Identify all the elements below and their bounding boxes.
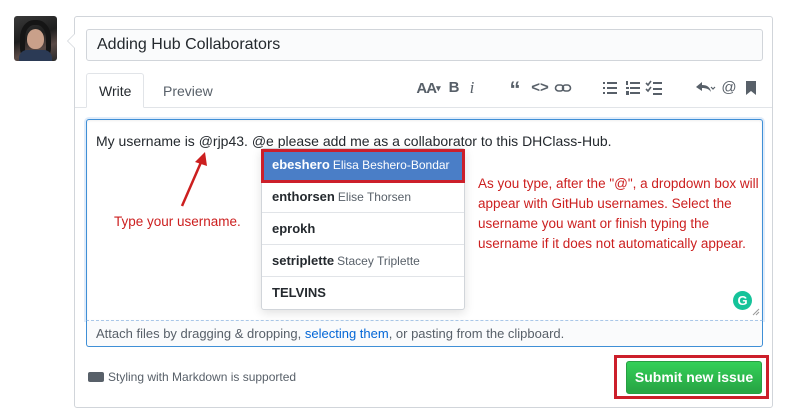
suggestion-fullname: Stacey Triplette bbox=[337, 254, 420, 268]
suggestion-telvins[interactable]: TELVINS bbox=[262, 277, 464, 309]
italic-icon[interactable]: i bbox=[466, 78, 478, 98]
reply-icon[interactable] bbox=[694, 78, 716, 98]
markdown-note[interactable]: Styling with Markdown is supported bbox=[88, 369, 296, 385]
suggestion-fullname: Elise Thorsen bbox=[337, 190, 411, 204]
grammarly-icon[interactable]: G bbox=[733, 291, 752, 310]
markdown-icon bbox=[88, 372, 104, 382]
avatar-shirt bbox=[19, 50, 52, 61]
annotation-dropdown-explanation: As you type, after the "@", a dropdown b… bbox=[478, 176, 759, 251]
suggestion-login: ebeshero bbox=[272, 157, 330, 172]
attach-text-before: Attach files by dragging & dropping, bbox=[96, 326, 305, 341]
suggestion-eprokh[interactable]: eprokh bbox=[262, 213, 464, 245]
suggestion-setriplette[interactable]: setriplette Stacey Triplette bbox=[262, 245, 464, 277]
text-size-label: AA bbox=[416, 80, 437, 97]
suggestion-login: eprokh bbox=[272, 221, 316, 236]
bulleted-list-icon[interactable] bbox=[602, 78, 618, 98]
annotation-type-username: Type your username. bbox=[114, 214, 241, 229]
annotation-arrow-icon bbox=[180, 152, 207, 207]
bookmark-icon[interactable] bbox=[745, 78, 757, 98]
suggestion-ebeshero[interactable]: ebeshero Elisa Beshero-Bondar bbox=[262, 149, 464, 181]
mention-suggestions-dropdown: ebeshero Elisa Beshero-Bondar enthorsen El… bbox=[261, 148, 465, 310]
select-files-link[interactable]: selecting them bbox=[305, 326, 389, 341]
link-icon[interactable] bbox=[554, 78, 572, 98]
submit-new-issue-button[interactable]: Submit new issue bbox=[626, 361, 762, 394]
suggestion-login: setriplette bbox=[272, 253, 335, 268]
task-list-icon[interactable] bbox=[645, 78, 663, 98]
suggestion-login: TELVINS bbox=[272, 285, 326, 300]
suggestion-fullname: Elisa Beshero-Bondar bbox=[332, 158, 450, 172]
avatar-face bbox=[27, 29, 44, 49]
suggestion-enthorsen[interactable]: enthorsen Elise Thorsen bbox=[262, 181, 464, 213]
attach-text-after: , or pasting from the clipboard. bbox=[388, 326, 565, 341]
suggestion-login: enthorsen bbox=[272, 189, 335, 204]
text-size-icon[interactable]: AA▾ bbox=[413, 78, 443, 98]
user-avatar[interactable] bbox=[14, 16, 57, 61]
tab-write[interactable]: Write bbox=[86, 73, 145, 108]
issue-body-text: My username is @rjp43. @e please add me … bbox=[96, 133, 612, 149]
markdown-note-text: Styling with Markdown is supported bbox=[108, 370, 297, 384]
bold-icon[interactable]: B bbox=[447, 78, 461, 98]
mention-icon[interactable]: @ bbox=[721, 78, 737, 98]
quote-icon[interactable]: “ bbox=[506, 78, 524, 102]
attach-files-bar[interactable]: Attach files by dragging & dropping, sel… bbox=[86, 320, 763, 347]
tab-preview[interactable]: Preview bbox=[150, 73, 226, 108]
resize-handle-icon[interactable] bbox=[752, 308, 760, 316]
issue-title-input[interactable]: Adding Hub Collaborators bbox=[86, 29, 763, 61]
code-icon[interactable]: <> bbox=[531, 78, 549, 98]
numbered-list-icon[interactable] bbox=[625, 78, 641, 98]
